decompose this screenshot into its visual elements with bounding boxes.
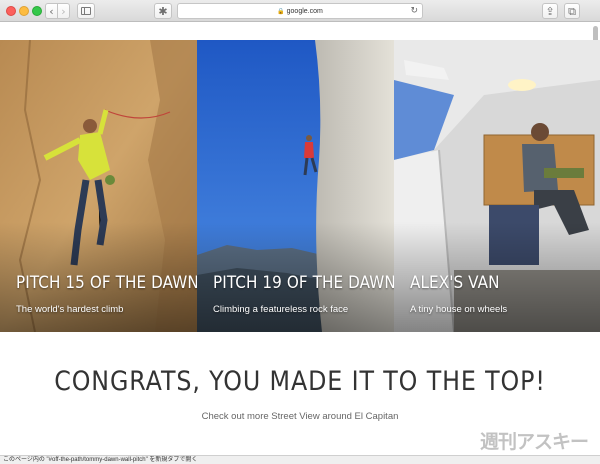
tabs-overview-icon: ⧉ [568,4,576,18]
sidebar-icon [81,7,91,15]
story-card-pitch-19[interactable]: PITCH 19 OF THE DAWN WALL Climbing a fea… [197,40,394,332]
extension-button[interactable]: ✱ [154,3,172,19]
status-bar: このページ内の "#off-the-path/tommy-dawn-wall-p… [0,455,600,464]
url-text: google.com [286,7,323,15]
share-button[interactable]: ⇪ [542,3,558,19]
close-window-button[interactable] [6,6,16,16]
panel-title: ALEX'S VAN [410,273,500,292]
lock-icon: 🔒 [277,8,285,15]
panel-subtitle: The world's hardest climb [16,304,124,315]
share-icon: ⇪ [545,4,555,18]
maximize-window-button[interactable] [32,6,42,16]
panel-subtitle: Climbing a featureless rock face [213,304,349,315]
page-content: PITCH 15 OF THE DAWN WALL The world's ha… [0,23,600,455]
street-view-link[interactable]: Check out more Street View around El Cap… [0,411,600,422]
panel-title: PITCH 15 OF THE DAWN WALL [16,273,197,292]
congrats-heading: CONGRATS, YOU MADE IT TO THE TOP! [54,366,546,397]
forward-button[interactable]: › [57,3,70,19]
puzzle-piece-icon: ✱ [158,4,168,18]
browser-window: ‹ › ✱ 🔒 google.com ↻ ⇪ ⧉ + [0,0,600,464]
story-card-pitch-15[interactable]: PITCH 15 OF THE DAWN WALL The world's ha… [0,40,197,332]
publisher-watermark: 週刊アスキー [480,431,589,453]
sidebar-button[interactable] [77,3,95,19]
address-bar[interactable]: 🔒 google.com ↻ [177,3,423,19]
reload-icon[interactable]: ↻ [410,6,418,16]
minimize-window-button[interactable] [19,6,29,16]
panel-title: PITCH 19 OF THE DAWN WALL [213,273,394,292]
chevron-right-icon: › [61,4,66,18]
tabs-overview-button[interactable]: ⧉ [564,3,580,19]
chevron-left-icon: ‹ [49,4,54,18]
panel-subtitle: A tiny house on wheels [410,304,508,315]
story-card-alexs-van[interactable]: ALEX'S VAN A tiny house on wheels [394,40,600,332]
story-panels: PITCH 15 OF THE DAWN WALL The world's ha… [0,40,600,332]
browser-toolbar: ‹ › ✱ 🔒 google.com ↻ ⇪ ⧉ [0,0,600,22]
